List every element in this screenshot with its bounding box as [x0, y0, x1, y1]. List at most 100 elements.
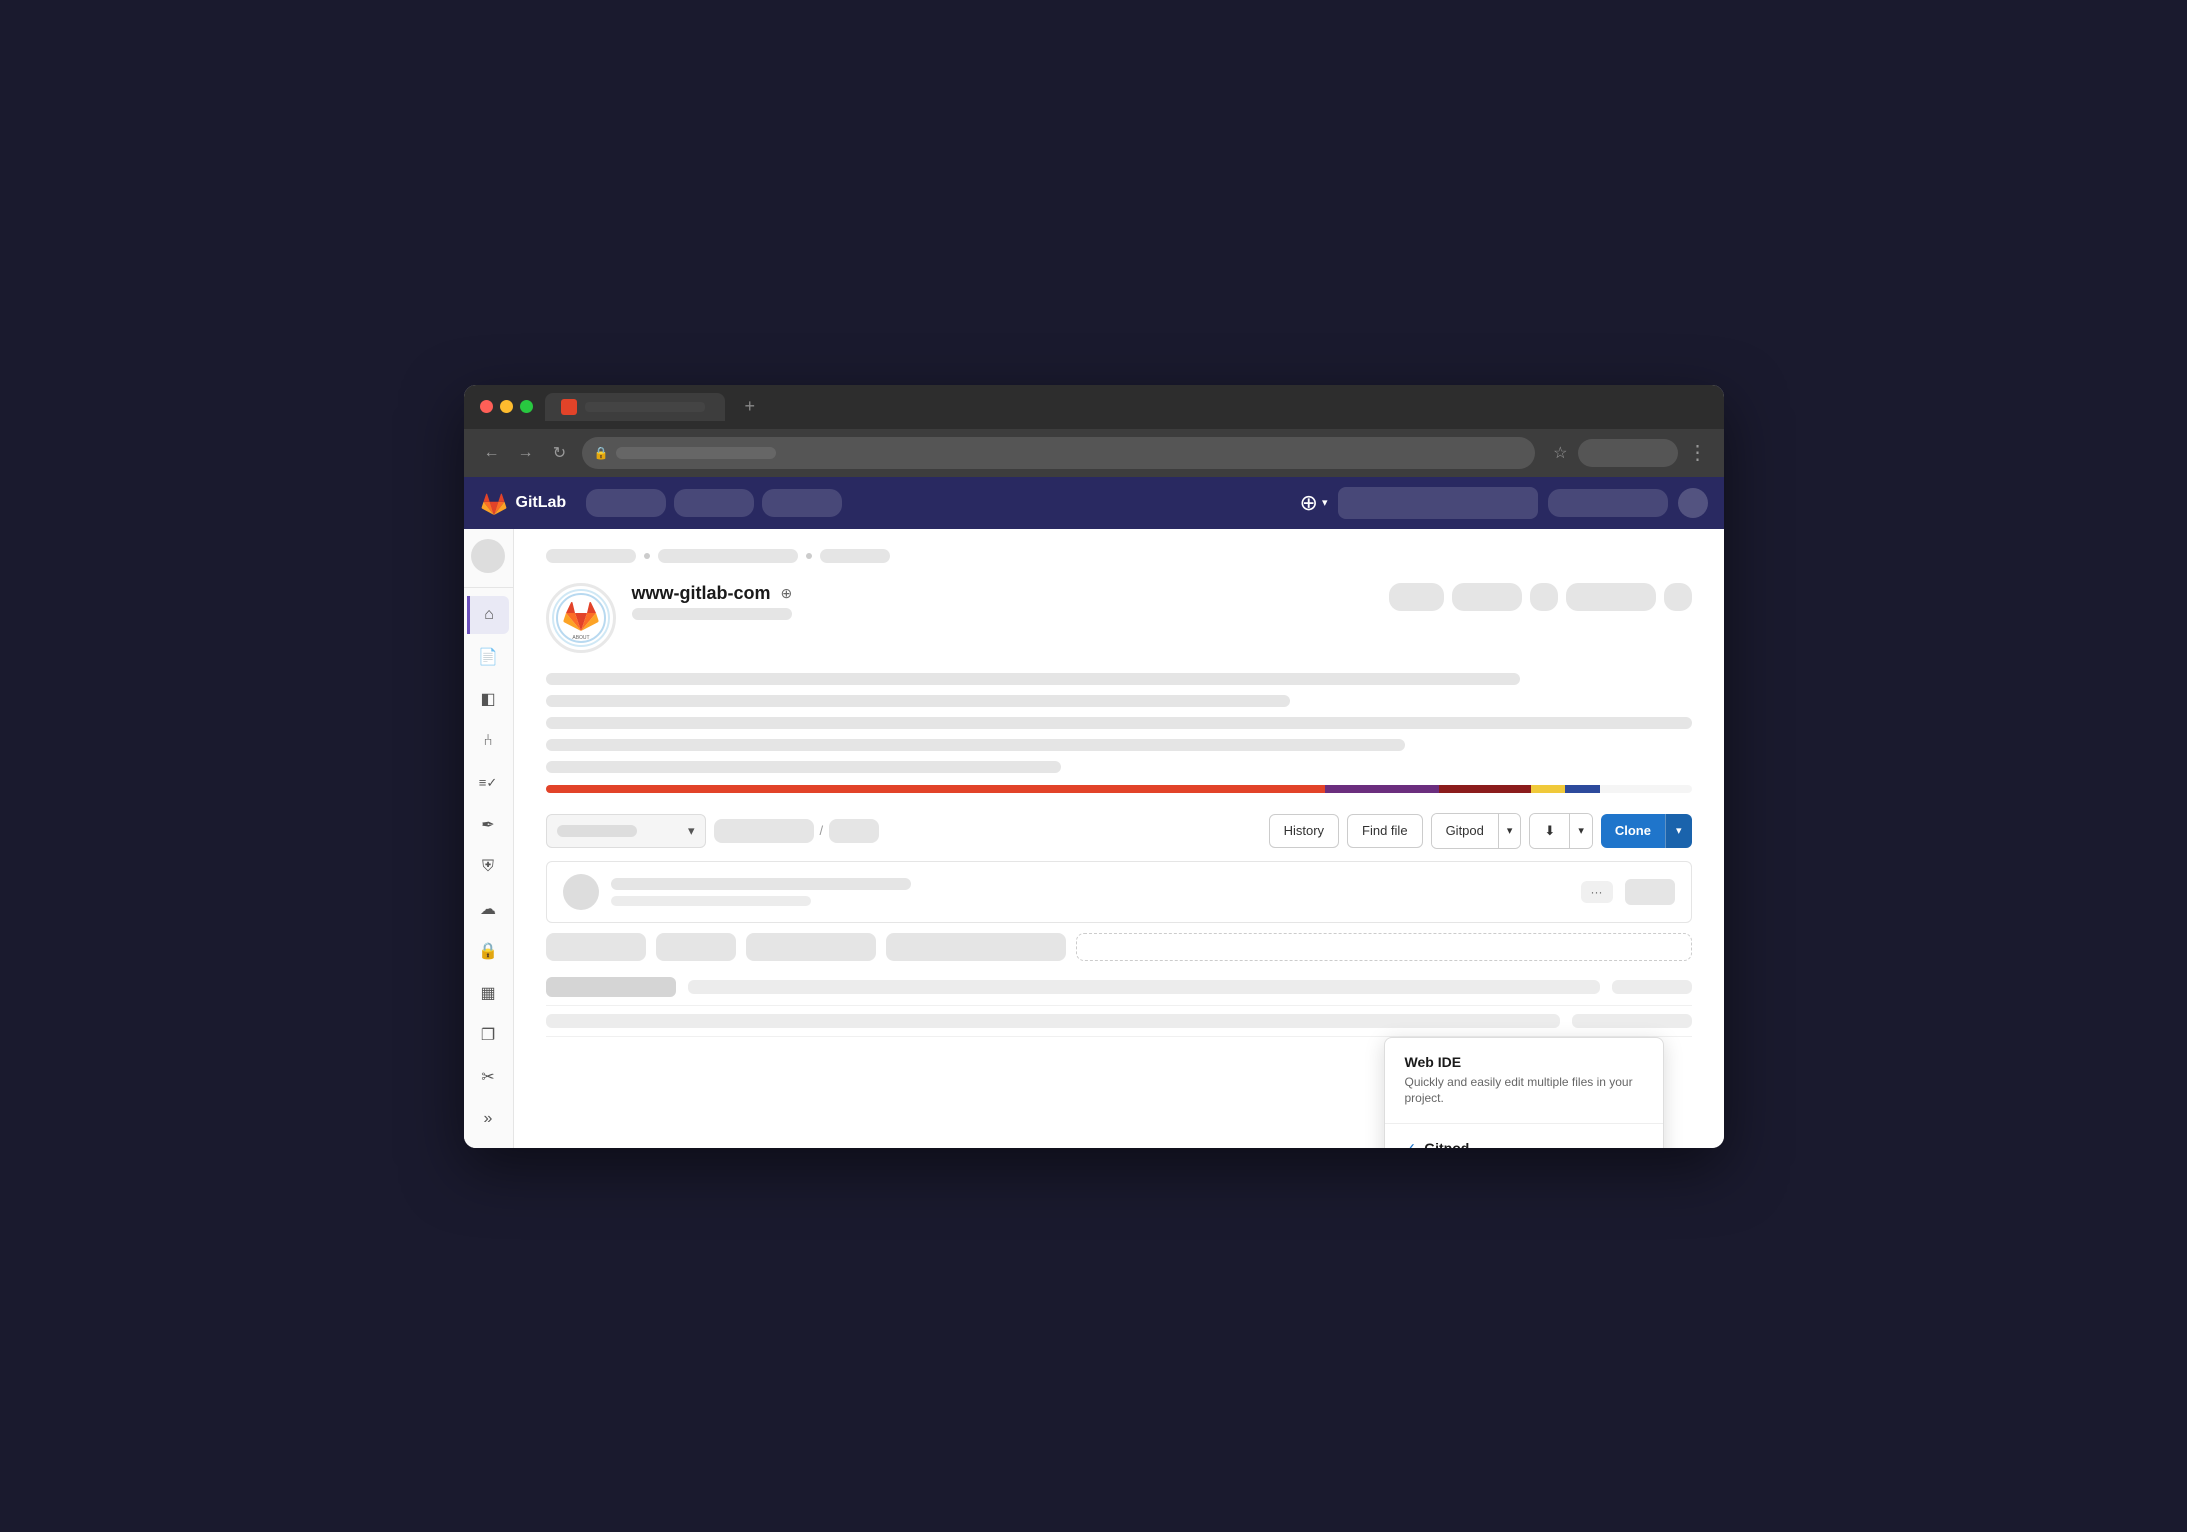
breadcrumb-item-2[interactable] [658, 549, 798, 563]
file-list-item-3[interactable] [746, 933, 876, 961]
language-bar [546, 785, 1692, 793]
download-icon: ⬇ [1544, 823, 1555, 838]
project-logo-svg: ABOUT [556, 593, 606, 643]
file-list-row-1 [546, 933, 1692, 961]
lang-seg-other1 [1565, 785, 1599, 793]
bookmark-button[interactable]: ☆ [1553, 443, 1567, 463]
download-main-button[interactable]: ⬇ [1530, 814, 1569, 848]
commit-more-button[interactable]: ··· [1581, 881, 1613, 903]
browser-toolbar: ← → ↻ 🔒 ☆ ⋮ [464, 429, 1724, 477]
gitlab-nav-action-1[interactable] [1548, 489, 1668, 517]
breadcrumb-item-1[interactable] [546, 549, 636, 563]
close-button[interactable] [480, 400, 493, 413]
sidebar-item-more[interactable]: » [469, 1100, 507, 1138]
action-button-4[interactable] [1566, 583, 1656, 611]
breadcrumb [546, 549, 1692, 563]
commit-hash-skeleton [1625, 879, 1675, 905]
breadcrumb-separator-1 [644, 553, 650, 559]
address-bar[interactable]: 🔒 [582, 437, 1536, 469]
breadcrumb-item-3[interactable] [820, 549, 890, 563]
gitlab-fox-icon [480, 489, 508, 517]
download-split-button[interactable]: ⬇ ▾ [1529, 813, 1592, 849]
minimize-button[interactable] [500, 400, 513, 413]
gitpod-label: Gitpod [1446, 823, 1484, 838]
gitpod-main-button[interactable]: Gitpod [1432, 814, 1498, 848]
web-ide-description: Quickly and easily edit multiple files i… [1405, 1074, 1643, 1108]
sidebar-item-analytics[interactable]: ▦ [469, 974, 507, 1012]
browser-titlebar: + [464, 385, 1724, 429]
sidebar-item-ci[interactable]: ≡✓ [469, 764, 507, 802]
download-dropdown-button[interactable]: ▾ [1569, 814, 1592, 848]
sidebar-item-deployments[interactable]: ✒ [469, 806, 507, 844]
sidebar-item-infrastructure[interactable]: 🔒 [469, 932, 507, 970]
user-avatar[interactable] [1678, 488, 1708, 518]
clone-main-button[interactable]: Clone [1601, 814, 1665, 848]
action-button-1[interactable] [1389, 583, 1444, 611]
maximize-button[interactable] [520, 400, 533, 413]
file-list-item-5[interactable] [1076, 933, 1692, 961]
gitlab-search-input[interactable] [1338, 487, 1538, 519]
content-cell-1 [546, 977, 676, 997]
gitlab-logo[interactable]: GitLab [480, 489, 567, 517]
content-cell-3 [1612, 980, 1692, 994]
path-segment-2[interactable] [829, 819, 879, 843]
clone-button[interactable]: Clone ▾ [1601, 814, 1692, 848]
nav-menu-item-2[interactable] [674, 489, 754, 517]
find-file-label: Find file [1362, 823, 1408, 838]
find-file-button[interactable]: Find file [1347, 814, 1423, 848]
dropdown-gitpod-content: Gitpod Launch a ready-to-code developmen… [1424, 1140, 1642, 1147]
file-list-item-4[interactable] [886, 933, 1066, 961]
sidebar-item-wiki[interactable]: ❐ [469, 1016, 507, 1054]
gitpod-check-icon: ✓ [1405, 1140, 1417, 1147]
file-actions: History Find file Gitpod ▾ [1269, 813, 1692, 849]
sidebar-item-security[interactable]: ⛨ [469, 848, 507, 886]
path-segment-1[interactable] [714, 819, 814, 843]
analytics-icon: ▦ [480, 983, 495, 1003]
sidebar-item-merge-requests[interactable]: ⑃ [469, 722, 507, 760]
infrastructure-icon: 🔒 [478, 941, 498, 961]
commit-more-label: ··· [1591, 885, 1603, 899]
snippets-icon: ✂ [481, 1067, 494, 1087]
action-button-2[interactable] [1452, 583, 1522, 611]
sidebar-item-snippets[interactable]: ✂ [469, 1058, 507, 1096]
gitpod-split-button[interactable]: Gitpod ▾ [1431, 813, 1522, 849]
dropdown-item-web-ide[interactable]: Web IDE Quickly and easily edit multiple… [1385, 1038, 1663, 1124]
dropdown-item-gitpod[interactable]: ✓ Gitpod Launch a ready-to-code developm… [1385, 1124, 1663, 1147]
action-button-5[interactable] [1664, 583, 1692, 611]
browser-tab[interactable] [545, 393, 725, 421]
gitpod-dropdown-button[interactable]: ▾ [1498, 814, 1521, 848]
commit-sub-skeleton [611, 896, 811, 906]
sidebar-item-packages[interactable]: ☁ [469, 890, 507, 928]
profile-chip[interactable] [1578, 439, 1678, 467]
file-list-item-1[interactable] [546, 933, 646, 961]
history-button[interactable]: History [1269, 814, 1339, 848]
nav-menu-item-1[interactable] [586, 489, 666, 517]
forward-button[interactable]: → [514, 444, 538, 462]
dropdown-item-gitpod-row: ✓ Gitpod Launch a ready-to-code developm… [1405, 1140, 1643, 1147]
back-button[interactable]: ← [480, 444, 504, 462]
sidebar-item-issues[interactable]: ◧ [469, 680, 507, 718]
ci-icon: ≡✓ [479, 775, 497, 791]
lang-seg-html [1439, 785, 1531, 793]
skeleton-line-5 [546, 761, 1062, 773]
gitlab-nav-right: ⊕ ▾ [1300, 487, 1708, 519]
traffic-lights [480, 400, 533, 413]
browser-menu-button[interactable]: ⋮ [1688, 440, 1708, 465]
content-cell-2 [688, 980, 1600, 994]
file-list-item-2[interactable] [656, 933, 736, 961]
sidebar-item-home[interactable]: ⌂ [467, 596, 509, 634]
nav-menu-item-3[interactable] [762, 489, 842, 517]
clone-dropdown-button[interactable]: ▾ [1665, 814, 1692, 848]
branch-selector[interactable]: ▾ [546, 814, 706, 848]
refresh-button[interactable]: ↻ [548, 443, 572, 463]
skeleton-line-4 [546, 739, 1406, 751]
action-button-3[interactable] [1530, 583, 1558, 611]
new-tab-button[interactable]: + [745, 396, 756, 417]
project-avatar: ABOUT [552, 589, 610, 647]
commit-author-avatar [563, 874, 599, 910]
tab-title [585, 402, 705, 412]
project-avatar-container: ABOUT [546, 583, 616, 653]
new-dropdown-button[interactable]: ⊕ ▾ [1300, 490, 1328, 516]
sidebar-project-avatar[interactable] [471, 539, 505, 573]
sidebar-item-repository[interactable]: 📄 [469, 638, 507, 676]
